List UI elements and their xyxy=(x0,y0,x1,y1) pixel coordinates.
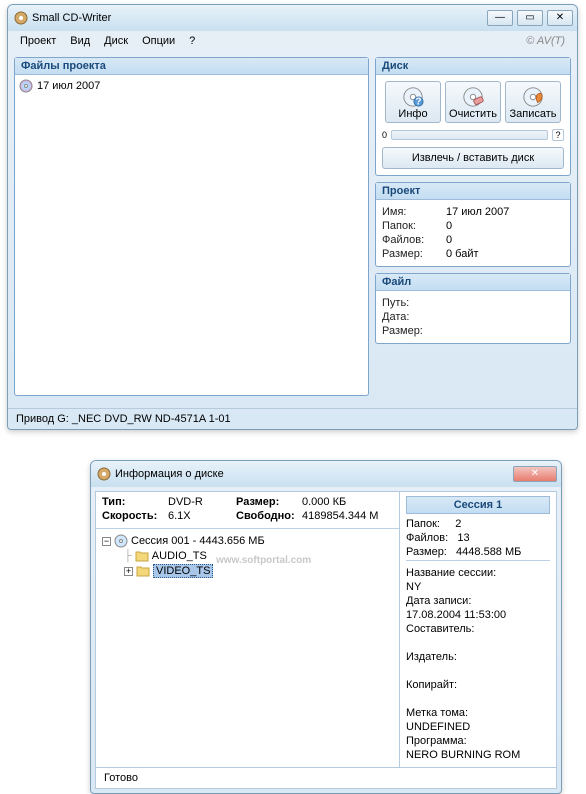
sess-files-value: 13 xyxy=(457,532,469,544)
sess-volume-label: Метка тома: xyxy=(406,707,468,719)
menubar: Проект Вид Диск Опции ? © AV(T) xyxy=(8,31,577,51)
file-date-label: Дата: xyxy=(382,311,440,323)
copyright-label: © AV(T) xyxy=(520,33,571,49)
file-panel-header: Файл xyxy=(376,274,570,291)
menu-optsii[interactable]: Опции xyxy=(136,33,181,49)
project-files-label: Файлов: xyxy=(382,234,440,246)
project-size-label: Размер: xyxy=(382,248,440,260)
info-window-title: Информация о диске xyxy=(115,468,513,480)
disc-panel-header: Диск xyxy=(376,58,570,75)
size-label: Размер: xyxy=(236,496,296,508)
sess-publisher-label: Издатель: xyxy=(406,651,457,663)
sess-volume-value: UNDEFINED xyxy=(406,721,470,733)
type-value: DVD-R xyxy=(168,496,230,508)
project-folders-value: 0 xyxy=(446,220,564,232)
info-button-label: Инфо xyxy=(398,108,427,120)
session-header: Сессия 1 xyxy=(406,496,550,514)
progress-bar xyxy=(391,130,548,140)
tree-video-label: VIDEO_TS xyxy=(153,564,213,578)
minimize-button[interactable]: — xyxy=(487,10,513,26)
titlebar[interactable]: Small CD-Writer — ▭ ✕ xyxy=(8,5,577,31)
svg-text:?: ? xyxy=(415,96,421,107)
sess-copyright-label: Копирайт: xyxy=(406,679,457,691)
sess-date-label: Дата записи: xyxy=(406,595,471,607)
project-name-label: Имя: xyxy=(382,206,440,218)
tree-session-label: Сессия 001 - 4443.656 МБ xyxy=(131,535,265,547)
folder-icon xyxy=(136,565,150,577)
window-title: Small CD-Writer xyxy=(32,12,487,24)
eraser-icon xyxy=(462,86,484,108)
free-value: 4189854.344 М xyxy=(302,510,393,522)
app-icon xyxy=(14,11,28,25)
speed-value: 6.1X xyxy=(168,510,230,522)
sess-author-label: Составитель: xyxy=(406,623,474,635)
info-titlebar[interactable]: Информация о диске ✕ xyxy=(91,461,561,487)
project-folders-label: Папок: xyxy=(382,220,440,232)
tree-session[interactable]: − Сессия 001 - 4443.656 МБ xyxy=(102,533,393,549)
project-files-value: 0 xyxy=(446,234,564,246)
project-panel-header: Проект xyxy=(376,183,570,200)
file-path-label: Путь: xyxy=(382,297,440,309)
sess-folders-value: 2 xyxy=(455,518,461,530)
menu-help[interactable]: ? xyxy=(183,33,201,49)
clear-button[interactable]: Очистить xyxy=(445,81,501,123)
cd-icon xyxy=(114,534,128,548)
menu-vid[interactable]: Вид xyxy=(64,33,96,49)
project-size-value: 0 байт xyxy=(446,248,564,260)
type-label: Тип: xyxy=(102,496,162,508)
collapse-icon[interactable]: − xyxy=(102,537,111,546)
info-status: Готово xyxy=(96,767,556,788)
close-button[interactable]: ✕ xyxy=(547,10,573,26)
expand-icon[interactable]: + xyxy=(124,567,133,576)
file-item-label: 17 июл 2007 xyxy=(37,80,100,92)
file-item[interactable]: 17 июл 2007 xyxy=(19,79,364,93)
info-close-button[interactable]: ✕ xyxy=(513,466,557,482)
project-name-value: 17 июл 2007 xyxy=(446,206,564,218)
progress-value: 0 xyxy=(382,130,387,140)
session-details: Сессия 1 Папок: 2 Файлов: 13 Размер: 444… xyxy=(400,492,556,767)
drive-status: Привод G: _NEC DVD_RW ND-4571A 1-01 xyxy=(8,408,577,429)
eject-button[interactable]: Извлечь / вставить диск xyxy=(382,147,564,169)
info-button[interactable]: ? Инфо xyxy=(385,81,441,123)
sess-folders-label: Папок: xyxy=(406,518,440,530)
app-icon xyxy=(97,467,111,481)
file-size-label: Размер: xyxy=(382,325,440,337)
write-button-label: Записать xyxy=(509,108,556,120)
file-size-value xyxy=(446,325,564,337)
file-list[interactable]: 17 июл 2007 xyxy=(15,75,368,395)
sess-files-label: Файлов: xyxy=(406,532,448,544)
maximize-button[interactable]: ▭ xyxy=(517,10,543,26)
sess-program-label: Программа: xyxy=(406,735,467,747)
cd-icon xyxy=(19,79,33,93)
sess-name-value: NY xyxy=(406,581,421,593)
folder-icon xyxy=(135,550,149,562)
files-panel-header: Файлы проекта xyxy=(15,58,368,75)
burn-icon xyxy=(522,86,544,108)
file-path-value xyxy=(446,297,564,309)
sess-program-value: NERO BURNING ROM xyxy=(406,749,520,761)
tree-audio-label: AUDIO_TS xyxy=(152,550,207,562)
sess-size-value: 4448.588 МБ xyxy=(456,546,521,558)
write-button[interactable]: Записать xyxy=(505,81,561,123)
main-window: Small CD-Writer — ▭ ✕ Проект Вид Диск Оп… xyxy=(7,4,578,430)
tree-video[interactable]: + VIDEO_TS xyxy=(102,563,393,579)
sess-name-label: Название сессии: xyxy=(406,567,496,579)
size-value: 0.000 КБ xyxy=(302,496,393,508)
disc-info-window: Информация о диске ✕ Тип: DVD-R Размер: … xyxy=(90,460,562,794)
file-date-value xyxy=(446,311,564,323)
free-label: Свободно: xyxy=(236,510,296,522)
sess-date-value: 17.08.2004 11:53:00 xyxy=(406,609,506,621)
tree-audio[interactable]: ├ AUDIO_TS xyxy=(102,549,393,563)
menu-disk[interactable]: Диск xyxy=(98,33,134,49)
speed-label: Скорость: xyxy=(102,510,162,522)
progress-help-button[interactable]: ? xyxy=(552,129,564,141)
menu-proekt[interactable]: Проект xyxy=(14,33,62,49)
info-icon: ? xyxy=(402,86,424,108)
clear-button-label: Очистить xyxy=(449,108,497,120)
session-tree[interactable]: www.softportal.com − Сессия 001 - 4443.6… xyxy=(96,529,399,727)
sess-size-label: Размер: xyxy=(406,546,447,558)
